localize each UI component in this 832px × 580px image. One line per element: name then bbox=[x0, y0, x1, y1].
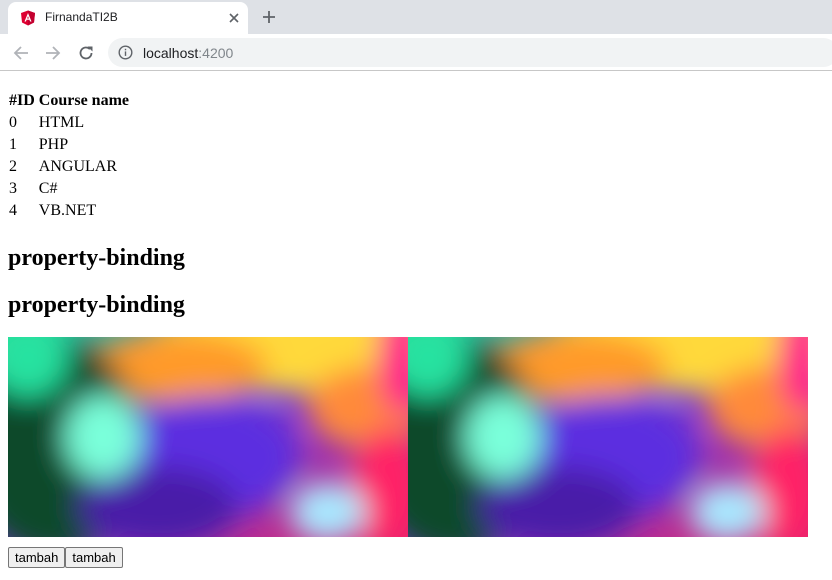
course-id: 1 bbox=[9, 136, 17, 153]
browser-toolbar: localhost:4200 bbox=[0, 34, 832, 71]
course-id: 2 bbox=[9, 158, 17, 175]
tab-title: FirnandaTI2B bbox=[45, 10, 118, 24]
close-icon[interactable] bbox=[226, 10, 242, 26]
url-text: localhost:4200 bbox=[143, 45, 233, 61]
column-header-course-name: Course name bbox=[38, 92, 129, 109]
forward-arrow-icon[interactable] bbox=[44, 44, 62, 62]
reload-icon[interactable] bbox=[77, 44, 95, 62]
table-row: 1 PHP bbox=[8, 135, 130, 155]
course-name: C# bbox=[38, 180, 58, 197]
table-row: 4 VB.NET bbox=[8, 201, 130, 221]
table-row: 0 HTML bbox=[8, 113, 130, 133]
course-name: HTML bbox=[38, 114, 85, 131]
back-arrow-icon[interactable] bbox=[12, 44, 30, 62]
course-id: 0 bbox=[9, 114, 17, 131]
courses-table: #ID Course name 0 HTML 1 PHP 2 ANGULAR 3… bbox=[6, 89, 132, 223]
table-row: 2 ANGULAR bbox=[8, 157, 130, 177]
info-icon[interactable] bbox=[118, 45, 133, 60]
course-id: 4 bbox=[9, 202, 17, 219]
property-binding-heading: property-binding bbox=[8, 292, 185, 318]
property-binding-heading: property-binding bbox=[8, 245, 185, 271]
bound-image bbox=[408, 337, 808, 537]
button-row: tambah tambah bbox=[8, 547, 808, 568]
url-host: localhost bbox=[143, 45, 199, 61]
course-name: ANGULAR bbox=[38, 158, 117, 175]
new-tab-plus-icon[interactable] bbox=[261, 9, 277, 25]
browser-tab-bar: FirnandaTI2B bbox=[0, 0, 832, 34]
course-name: PHP bbox=[38, 136, 69, 153]
browser-tab[interactable]: FirnandaTI2B bbox=[8, 2, 248, 34]
column-header-id: #ID bbox=[9, 92, 35, 109]
address-bar[interactable]: localhost:4200 bbox=[108, 38, 832, 67]
table-header-row: #ID Course name bbox=[8, 91, 130, 111]
angular-icon bbox=[20, 10, 36, 26]
image-row bbox=[8, 337, 808, 537]
course-id: 3 bbox=[9, 180, 17, 197]
tambah-button[interactable]: tambah bbox=[65, 547, 123, 568]
page-content: #ID Course name 0 HTML 1 PHP 2 ANGULAR 3… bbox=[8, 89, 808, 568]
bound-image bbox=[8, 337, 408, 537]
course-name: VB.NET bbox=[38, 202, 97, 219]
url-port: :4200 bbox=[198, 45, 234, 61]
tambah-button[interactable]: tambah bbox=[8, 547, 66, 568]
table-row: 3 C# bbox=[8, 179, 130, 199]
